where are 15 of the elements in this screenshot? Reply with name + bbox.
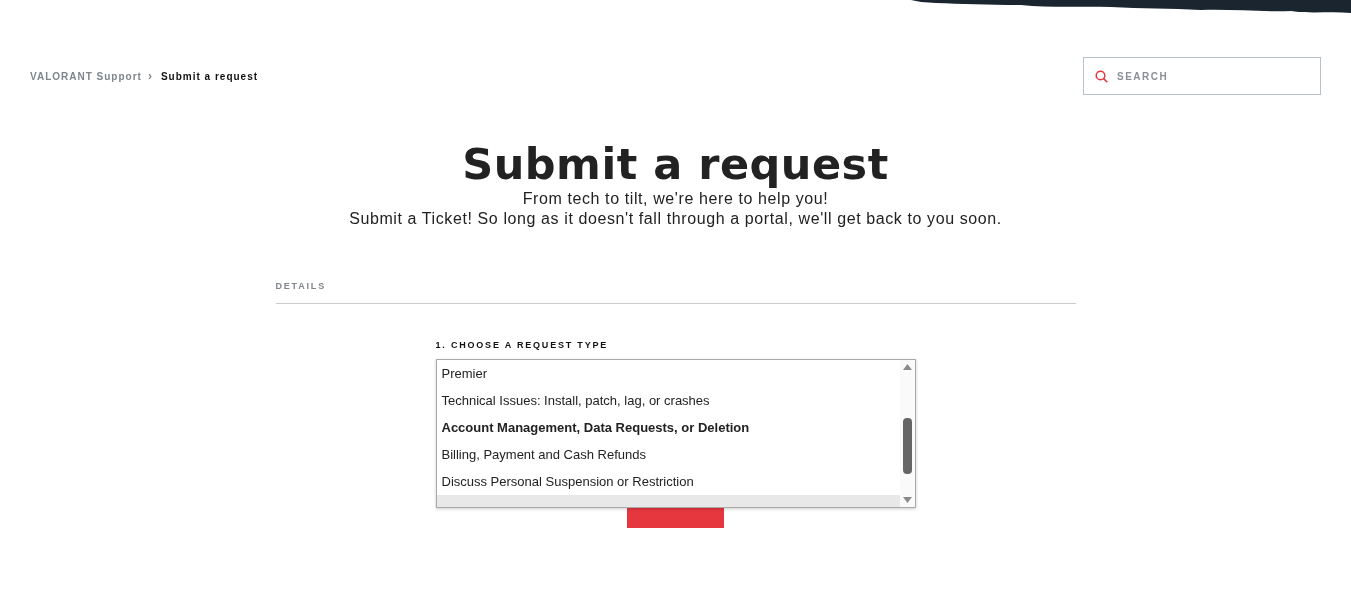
- list-option[interactable]: Account Management, Data Requests, or Deletion: [436, 414, 900, 441]
- subtitle-text: From tech to tilt, we're here to help you!: [522, 189, 829, 209]
- list-option[interactable]: Discuss Personal Suspension or Restriction: [436, 468, 900, 495]
- breadcrumb-separator: ›: [147, 69, 153, 83]
- subtitle-text: Submit a Ticket! So long as it doesn't fall through a portal, we'll get back to you soon.: [349, 209, 1002, 229]
- list-option[interactable]: Billing, Payment and Cash Refunds: [436, 441, 900, 468]
- list-option[interactable]: Technical Issues: Install, patch, lag, or crashes: [436, 387, 900, 414]
- field-label: 1. CHOOSE A REQUEST TYPE: [435, 340, 610, 350]
- section-title: DETAILS: [275, 281, 1076, 304]
- list-option[interactable]: Premier: [436, 360, 900, 387]
- request-type-dropdown-menu[interactable]: Premier Technical Issues: Install, patch, lag, or crashes Account Management, Data Requests, or Deletion Billing, Payment and Cash Refunds Discuss Personal Suspension or Restriction: [435, 359, 916, 508]
- breadcrumb-link[interactable]: VALORANT Support: [30, 70, 142, 82]
- search-icon: [1095, 69, 1108, 83]
- breadcrumb-link[interactable]: Submit a request: [160, 70, 259, 82]
- page-title: Submit a request: [462, 139, 889, 189]
